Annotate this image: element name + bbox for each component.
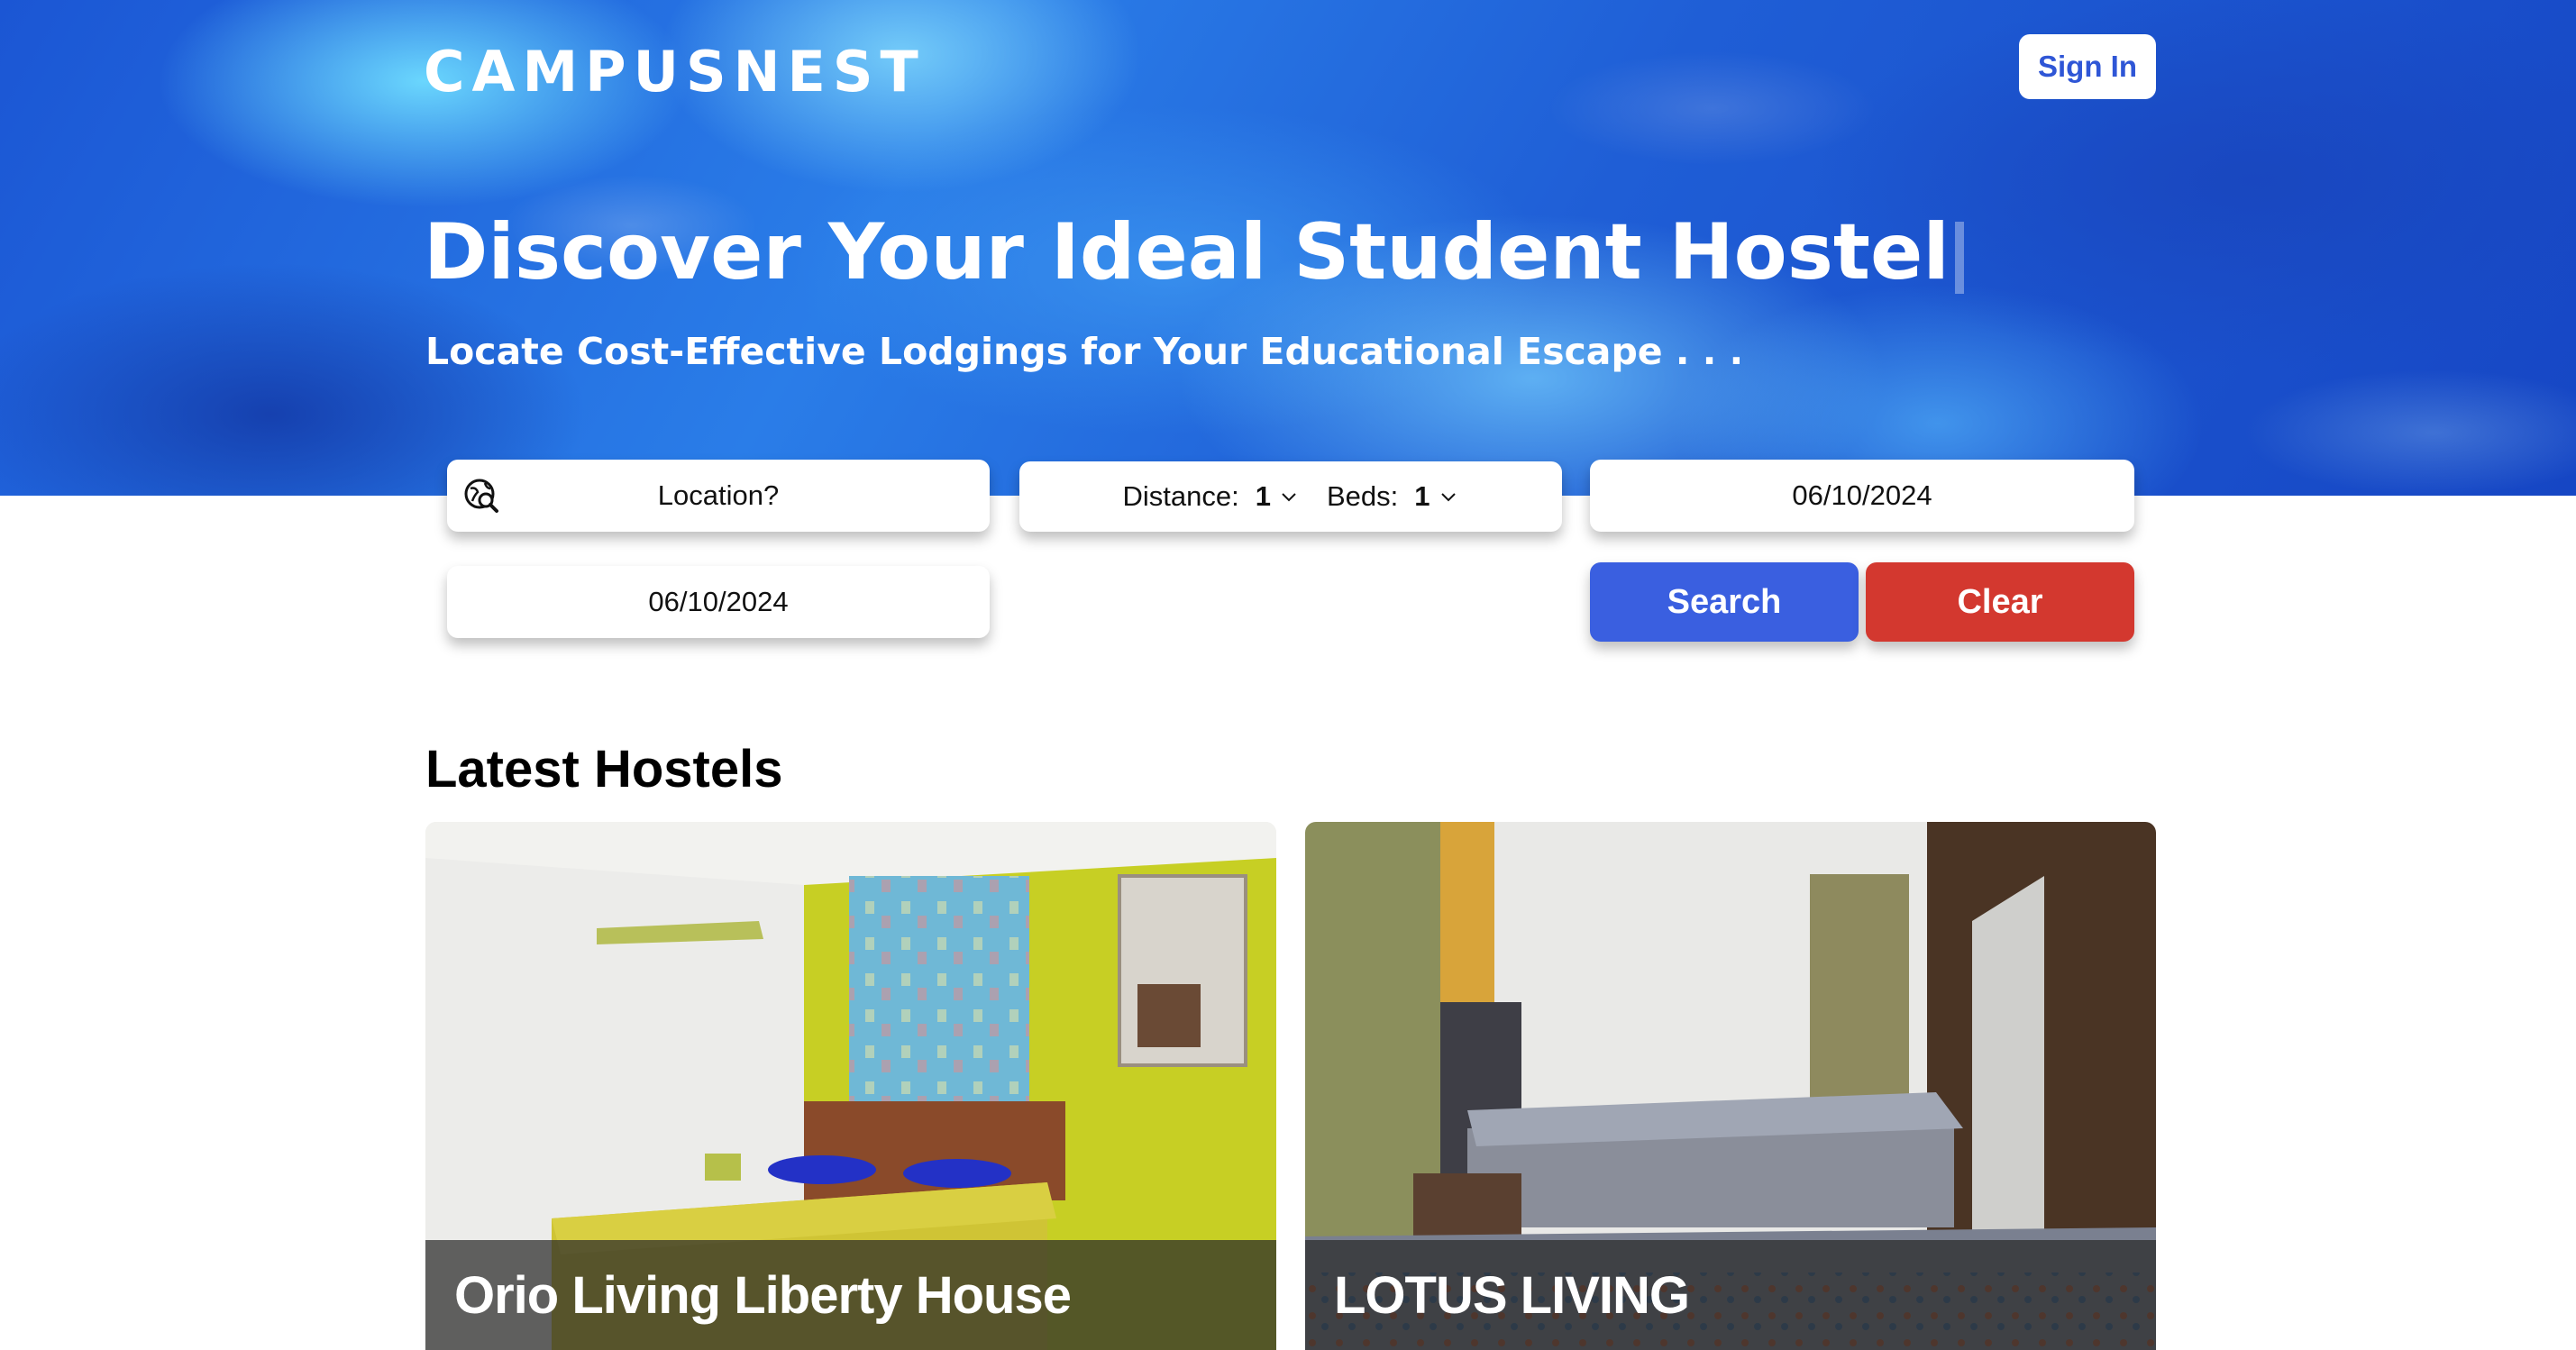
hero-headline: Discover Your Ideal Student Hostel (424, 205, 1964, 299)
hostel-card-caption: LOTUS LIVING (1305, 1240, 2156, 1350)
filters-field: Distance: 1 Beds: 1 (1019, 461, 1562, 532)
hostel-card[interactable]: Orio Living Liberty House (425, 822, 1276, 1350)
hostel-card-caption: Orio Living Liberty House (425, 1240, 1276, 1350)
hostel-name: Orio Living Liberty House (454, 1265, 1072, 1325)
check-in-date-field[interactable]: 06/10/2024 (1590, 460, 2134, 532)
location-search-icon (464, 479, 498, 513)
check-out-date-field[interactable]: 06/10/2024 (447, 566, 990, 638)
hostel-name: LOTUS LIVING (1334, 1265, 1690, 1325)
search-button[interactable]: Search (1590, 562, 1859, 642)
campusnest-logo[interactable]: CAMPUSNEST (424, 40, 926, 105)
hostel-card[interactable]: LOTUS LIVING (1305, 822, 2156, 1350)
distance-select[interactable]: 1 (1248, 480, 1318, 513)
location-input[interactable] (518, 479, 918, 513)
distance-label: Distance: (1122, 480, 1239, 512)
chevron-down-icon (1282, 493, 1296, 502)
beds-select[interactable]: 1 (1407, 480, 1458, 513)
chevron-down-icon (1440, 493, 1456, 502)
typing-caret (1954, 221, 1964, 294)
beds-label: Beds: (1326, 480, 1399, 512)
beds-value: 1 (1414, 480, 1430, 512)
clear-button[interactable]: Clear (1866, 562, 2134, 642)
location-field[interactable] (447, 460, 990, 532)
distance-value: 1 (1255, 480, 1271, 512)
latest-hostels-heading: Latest Hostels (425, 740, 783, 798)
hero-subline: Locate Cost-Effective Lodgings for Your … (425, 330, 1744, 373)
hero-headline-text: Discover Your Ideal Student Hostel (424, 207, 1950, 297)
sign-in-button[interactable]: Sign In (2019, 34, 2156, 99)
